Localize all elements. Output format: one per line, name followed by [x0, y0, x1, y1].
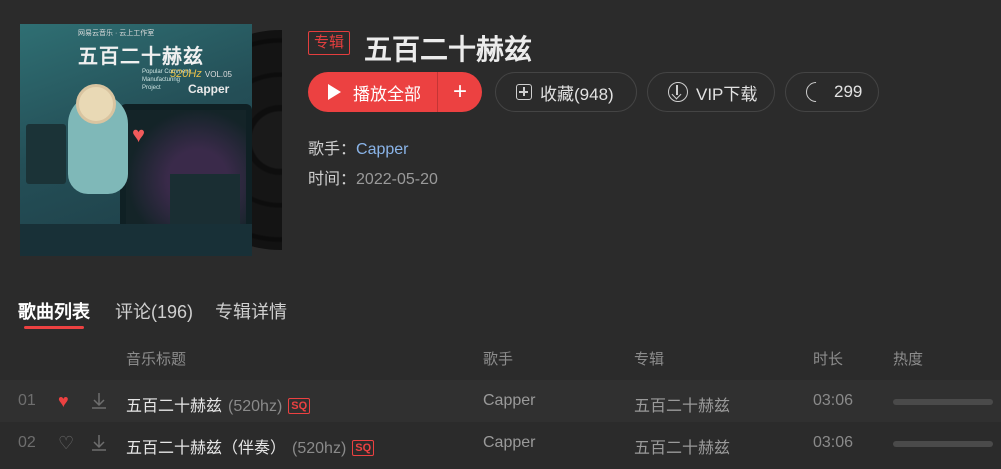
album-tag: 专辑	[308, 31, 351, 55]
artist-meta-label: 歌手：	[308, 141, 357, 158]
play-all-button[interactable]: 播放全部 +	[308, 72, 482, 112]
tab-song-list[interactable]: 歌曲列表	[18, 298, 90, 324]
song-title-text: 五百二十赫兹（伴奏）	[126, 440, 287, 457]
table-row[interactable]: 02 ♡ 五百二十赫兹（伴奏） (520hz) SQ Capper 五百二十赫兹 0…	[0, 422, 1001, 464]
download-icon[interactable]	[90, 433, 108, 453]
favorite-button[interactable]: 收藏(948)	[495, 72, 637, 112]
row-index: 02	[18, 434, 36, 451]
heat-bar	[893, 399, 993, 405]
liked-heart-icon[interactable]: ♥	[58, 392, 69, 410]
heat-bar-fill	[893, 441, 993, 447]
play-all-main[interactable]: 播放全部	[308, 72, 438, 112]
time-meta: 时间：2022-05-20	[308, 165, 438, 189]
play-icon	[328, 84, 341, 100]
song-artist[interactable]: Capper	[483, 392, 535, 410]
song-artist[interactable]: Capper	[483, 434, 535, 452]
cover-panel-graphic	[26, 124, 66, 184]
sq-quality-badge: SQ	[352, 440, 375, 456]
cover-heart-icon: ♥	[132, 122, 146, 147]
share-button[interactable]: 299	[785, 72, 879, 112]
vip-download-button[interactable]: VIP下载	[647, 72, 775, 112]
time-meta-label: 时间：	[308, 171, 357, 188]
album-title: 五百二十赫兹	[364, 34, 533, 65]
cover-art: 网易云音乐 · 云上工作室 五百二十赫兹 Popular Comment Man…	[20, 24, 252, 256]
song-title-extra: (520hz)	[292, 440, 347, 457]
add-box-icon	[516, 84, 532, 100]
heat-bar-fill	[893, 399, 993, 405]
download-icon[interactable]	[90, 391, 108, 411]
share-count: 299	[834, 82, 863, 101]
share-icon	[801, 77, 831, 107]
heat-bar	[893, 441, 993, 447]
tab-album-details[interactable]: 专辑详情	[215, 298, 287, 324]
download-icon	[668, 82, 688, 102]
artist-meta: 歌手：Capper	[308, 135, 409, 159]
helmet-graphic	[76, 84, 116, 124]
row-index: 01	[18, 392, 36, 409]
tab-comments[interactable]: 评论(196)	[115, 298, 193, 324]
album-cover[interactable]: 网易云音乐 · 云上工作室 五百二十赫兹 Popular Comment Man…	[20, 24, 282, 256]
cover-top-text: 网易云音乐 · 云上工作室	[78, 30, 155, 37]
column-header-duration[interactable]: 时长	[813, 348, 843, 369]
column-header-artist[interactable]: 歌手	[483, 348, 513, 369]
active-tab-indicator	[24, 326, 84, 329]
song-title-text: 五百二十赫兹	[126, 398, 223, 415]
like-heart-icon[interactable]: ♡	[58, 434, 74, 452]
song-title-extra: (520hz)	[228, 398, 283, 415]
song-duration: 03:06	[813, 434, 854, 451]
column-header-heat[interactable]: 热度	[893, 348, 923, 369]
song-title[interactable]: 五百二十赫兹 (520hz) SQ	[126, 392, 311, 416]
artist-link[interactable]: Capper	[356, 141, 408, 158]
release-date: 2022-05-20	[356, 171, 438, 188]
add-to-playlist-button[interactable]: +	[438, 72, 482, 112]
song-title[interactable]: 五百二十赫兹（伴奏） (520hz) SQ	[126, 434, 375, 458]
play-all-label: 播放全部	[353, 84, 421, 104]
song-album[interactable]: 五百二十赫兹	[634, 392, 730, 416]
favorite-label: 收藏(948)	[540, 84, 614, 104]
cover-subtitle: 520Hz VOL.05	[170, 68, 232, 80]
table-row[interactable]: 01 ♥ 五百二十赫兹 (520hz) SQ Capper 五百二十赫兹 03:06	[0, 380, 1001, 422]
cover-console-graphic	[170, 174, 240, 224]
song-duration: 03:06	[813, 392, 854, 409]
song-album[interactable]: 五百二十赫兹	[634, 434, 730, 458]
column-header-title[interactable]: 音乐标题	[126, 348, 186, 369]
column-header-album[interactable]: 专辑	[634, 348, 664, 369]
sq-quality-badge: SQ	[288, 398, 311, 414]
cover-artist: Capper	[188, 82, 230, 96]
cover-floor-graphic	[20, 224, 252, 256]
vip-download-label: VIP下载	[696, 84, 758, 104]
cover-title: 五百二十赫兹	[78, 44, 204, 68]
